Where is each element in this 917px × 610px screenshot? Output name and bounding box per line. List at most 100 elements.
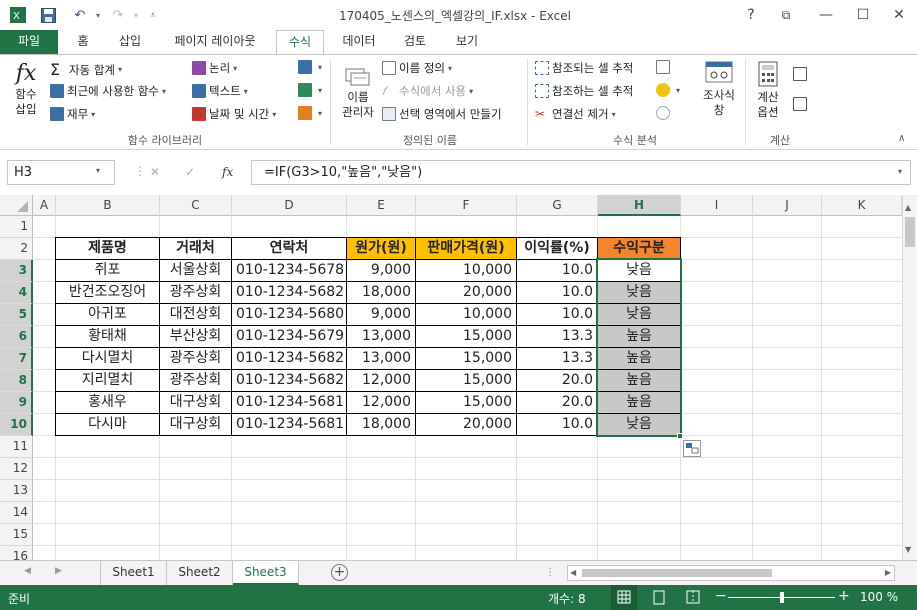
cell-contact[interactable]: 010-1234-5680 [231,303,347,326]
fill-handle[interactable] [677,433,683,439]
zoom-slider-thumb[interactable] [780,592,784,603]
insert-function-button[interactable]: fx 함수 삽입 [6,61,46,117]
use-in-formula-button[interactable]: 𝑓 수식에서 사용 ▾ [382,83,473,99]
cell-profit-class[interactable]: 낮음 [597,413,681,436]
cell-cost[interactable]: 18,000 [346,281,416,304]
trace-precedents-button[interactable]: 참조되는 셀 추적 [535,60,633,76]
expand-formula-icon[interactable]: ▾ [898,167,902,176]
sheet-tab-sheet2[interactable]: Sheet2 [167,561,233,585]
trace-dependents-button[interactable]: 참조하는 셀 추적 [535,83,633,99]
header-cell-product[interactable]: 제품명 [55,237,160,260]
help-button[interactable]: ? [740,4,762,26]
row-header-10[interactable]: 10 [0,414,33,436]
row-header-4[interactable]: 4 [0,282,33,304]
column-header-g[interactable]: G [517,195,598,216]
column-header-j[interactable]: J [753,195,822,216]
tab-page-layout[interactable]: 페이지 레이아웃 [162,30,268,54]
cell-profit-class[interactable]: 낮음 [597,281,681,304]
cell-vendor[interactable]: 대구상회 [159,413,232,436]
page-break-view-button[interactable] [680,585,706,610]
header-cell-price[interactable]: 판매가격(원) [415,237,517,260]
cell-margin[interactable]: 10.0 [516,303,598,326]
header-cell-contact[interactable]: 연락처 [231,237,347,260]
close-button[interactable]: ✕ [888,4,910,26]
cell-cost[interactable]: 12,000 [346,391,416,414]
cell-contact[interactable]: 010-1234-5682 [231,347,347,370]
column-header-f[interactable]: F [416,195,517,216]
cell-margin[interactable]: 13.3 [516,325,598,348]
tab-review[interactable]: 검토 [395,30,435,54]
row-header-1[interactable]: 1 [0,216,33,238]
row-header-8[interactable]: 8 [0,370,33,392]
column-header-k[interactable]: K [822,195,902,216]
normal-view-button[interactable] [611,585,637,610]
name-manager-button[interactable]: 이름 관리자 [337,65,379,120]
cell-product[interactable]: 지리멸치 [55,369,160,392]
cell-cost[interactable]: 9,000 [346,259,416,282]
header-cell-margin[interactable]: 이익률(%) [516,237,598,260]
horizontal-scrollbar[interactable]: ◀ ▶ [567,565,895,581]
cell-contact[interactable]: 010-1234-5682 [231,369,347,392]
cell-profit-class[interactable]: 높음 [597,347,681,370]
show-formulas-button[interactable] [656,60,673,74]
ribbon-display-icon[interactable]: ⧉ [775,4,797,26]
scroll-splitter-icon[interactable]: ⋮ [545,567,555,578]
cell-product[interactable]: 황태채 [55,325,160,348]
remove-arrows-button[interactable]: ✂ 연결선 제거 ▾ [535,106,616,122]
cell-vendor[interactable]: 광주상회 [159,347,232,370]
row-header-3[interactable]: 3 [0,260,33,282]
cell-vendor[interactable]: 광주상회 [159,369,232,392]
column-header-b[interactable]: B [56,195,160,216]
text-button[interactable]: 텍스트 ▾ [192,83,248,99]
scroll-down-icon[interactable]: ▼ [905,545,915,554]
save-icon[interactable] [38,5,58,25]
add-sheet-icon[interactable]: + [331,564,348,581]
redo-icon[interactable]: ↷ [108,5,128,25]
header-cell-vendor[interactable]: 거래처 [159,237,232,260]
zoom-out-button[interactable]: − [715,588,727,604]
cell-price[interactable]: 15,000 [415,391,517,414]
tab-home[interactable]: 홈 [68,30,98,54]
cell-contact[interactable]: 010-1234-5681 [231,391,347,414]
column-header-a[interactable]: A [33,195,56,216]
cell-margin[interactable]: 10.0 [516,413,598,436]
cell-product[interactable]: 홍새우 [55,391,160,414]
cell-margin[interactable]: 13.3 [516,347,598,370]
cell-margin[interactable]: 20.0 [516,391,598,414]
quick-analysis-icon[interactable] [683,440,701,457]
cell-price[interactable]: 15,000 [415,347,517,370]
page-layout-view-button[interactable] [646,585,672,610]
row-header-2[interactable]: 2 [0,238,33,260]
cell-product[interactable]: 아귀포 [55,303,160,326]
header-cell-profit-class[interactable]: 수익구분 [597,237,681,260]
cell-profit-class[interactable]: 낮음 [597,303,681,326]
zoom-in-button[interactable]: + [838,588,850,604]
prev-sheet-icon[interactable]: ◀ [24,566,31,576]
column-header-h[interactable]: H [598,195,681,216]
scroll-left-icon[interactable]: ◀ [570,568,576,577]
tab-data[interactable]: 데이터 [334,30,384,54]
evaluate-formula-button[interactable] [656,106,673,120]
cell-cost[interactable]: 13,000 [346,347,416,370]
cell-margin[interactable]: 10.0 [516,259,598,282]
collapse-ribbon-icon[interactable]: ∧ [898,133,905,144]
cell-profit-class[interactable]: 높음 [597,369,681,392]
row-header-6[interactable]: 6 [0,326,33,348]
zoom-level[interactable]: 100 % [860,590,898,604]
row-header-14[interactable]: 14 [0,502,33,524]
cell-margin[interactable]: 20.0 [516,369,598,392]
sheet-tab-sheet1[interactable]: Sheet1 [100,561,167,585]
vertical-scrollbar[interactable]: ▲ ▼ [902,195,917,560]
cell-contact[interactable]: 010-1234-5679 [231,325,347,348]
cell-profit-class[interactable]: 낮음 [597,259,681,282]
row-header-16[interactable]: 16 [0,546,33,560]
datetime-button[interactable]: 날짜 및 시간 ▾ [192,106,276,122]
customize-qat-icon[interactable]: ⩡ [143,5,163,25]
worksheet-grid[interactable]: ABCDEFGHIJK 1 2 3 4 5 6 7 8 9 10 11 12 13 14 15 16 제품명 거… [0,195,917,560]
row-header-9[interactable]: 9 [0,392,33,414]
scroll-up-icon[interactable]: ▲ [905,203,915,212]
column-header-i[interactable]: I [681,195,753,216]
row-header-12[interactable]: 12 [0,458,33,480]
cell-contact[interactable]: 010-1234-5682 [231,281,347,304]
insert-function-icon[interactable]: fx [222,165,233,179]
